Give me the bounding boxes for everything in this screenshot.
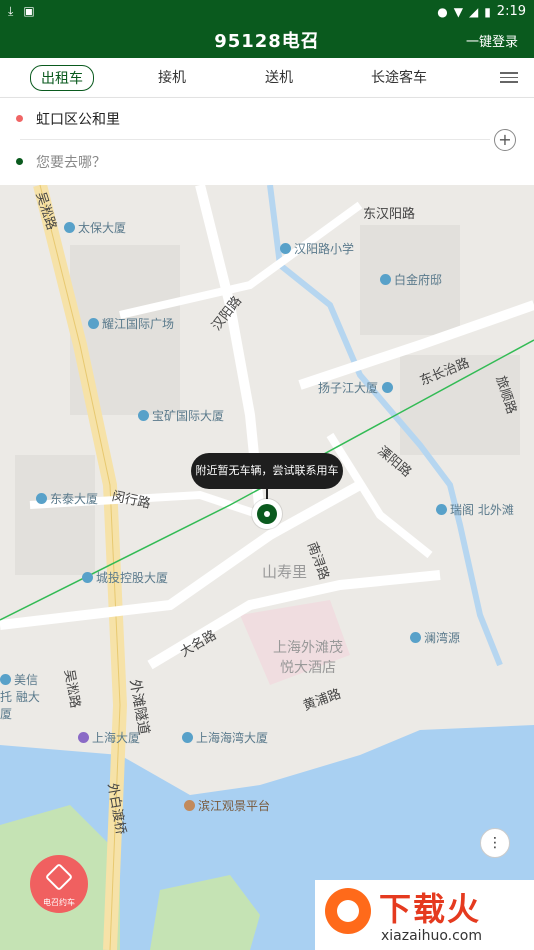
- poi-icon: [82, 572, 93, 583]
- service-tabs: 出租车 接机 送机 长途客车: [0, 58, 534, 98]
- origin-dot-icon: [16, 115, 23, 122]
- scenic-icon: [184, 800, 195, 811]
- watermark-url: xiazaihuo.com: [381, 928, 482, 944]
- signal-icon: ◢: [468, 4, 479, 19]
- poi-icon: [88, 318, 99, 329]
- watermark-logo-icon: [325, 888, 371, 934]
- call-car-icon: [44, 862, 74, 892]
- poi-label: 宝矿国际大厦: [138, 407, 224, 424]
- tab-airport-pickup[interactable]: 接机: [158, 67, 186, 87]
- road-label: 东汉阳路: [363, 207, 416, 222]
- watermark-brand: 下载火: [379, 890, 482, 928]
- origin-address: 虹口区公和里: [36, 112, 120, 128]
- tab-long-distance-bus[interactable]: 长途客车: [371, 67, 427, 87]
- poi-icon: [36, 493, 47, 504]
- locate-button[interactable]: ⋮: [480, 828, 510, 858]
- wifi-icon: ▼: [453, 4, 463, 19]
- poi-label: 扬子江大厦: [318, 379, 396, 396]
- tab-taxi[interactable]: 出租车: [30, 65, 94, 91]
- app-bar: 95128电召 一键登录: [0, 24, 534, 58]
- poi-label: 汉阳路小学: [280, 240, 354, 257]
- poi-icon: [410, 632, 421, 643]
- destination-dot-icon: [16, 158, 23, 165]
- add-waypoint-button[interactable]: +: [494, 129, 516, 151]
- poi-label: 瑞阁 北外滩: [436, 501, 514, 518]
- area-label: 山寿里: [262, 563, 308, 581]
- poi-label: 上海大厦: [78, 729, 140, 746]
- poi-label: 澜湾源: [410, 629, 460, 646]
- status-bar: ⤓ ▣ ● ▼ ◢ ▮ 2:19: [0, 0, 534, 24]
- poi-label: 城投控股大厦: [82, 569, 168, 586]
- location-icon: ●: [437, 4, 448, 19]
- poi-label: 白金府邸: [380, 271, 442, 288]
- hotel-label: 上海外滩茂悦大酒店: [273, 640, 343, 676]
- origin-row[interactable]: 虹口区公和里: [16, 98, 490, 140]
- status-time: 2:19: [496, 4, 526, 19]
- school-icon: [280, 243, 291, 254]
- poi-icon: [182, 732, 193, 743]
- poi-label: 东泰大厦: [36, 490, 98, 507]
- poi-icon: [436, 504, 447, 515]
- address-card: 虹口区公和里 您要去哪？ +: [0, 98, 534, 185]
- call-car-button[interactable]: 电召约车: [30, 855, 88, 913]
- map-view[interactable]: 吴淞路 东汉阳路 汉阳路 东长治路 闵行路 溧阳路 南浔路 大名路 黄浦路 外滩…: [0, 185, 534, 950]
- destination-row[interactable]: 您要去哪？: [16, 141, 490, 183]
- poi-icon: [64, 222, 75, 233]
- poi-label: 耀江国际广场: [88, 315, 174, 332]
- poi-label: 滨江观景平台: [184, 797, 270, 814]
- login-button[interactable]: 一键登录: [466, 31, 518, 50]
- menu-icon[interactable]: [500, 72, 518, 84]
- app-title: 95128电召: [214, 31, 320, 52]
- poi-icon: [382, 382, 394, 393]
- pin-center: [264, 511, 270, 517]
- poi-label: 上海海湾大厦: [182, 729, 268, 746]
- no-vehicle-tooltip[interactable]: 附近暂无车辆，尝试联系用车: [191, 453, 343, 489]
- app-icon: ▣: [23, 4, 35, 18]
- poi-icon: [380, 274, 391, 285]
- tab-airport-dropoff[interactable]: 送机: [265, 67, 293, 87]
- watermark: 下载火 xiazaihuo.com: [315, 880, 534, 950]
- hotel-icon: [78, 732, 89, 743]
- destination-input[interactable]: 您要去哪？: [36, 152, 106, 172]
- poi-icon: [0, 674, 11, 685]
- poi-label: 美信托 融大厦: [0, 673, 40, 721]
- poi-icon: [138, 410, 149, 421]
- battery-icon: ▮: [484, 4, 491, 19]
- download-icon: ⤓: [8, 4, 14, 18]
- call-car-label: 电召约车: [43, 898, 75, 907]
- poi-label: 太保大厦: [64, 219, 126, 236]
